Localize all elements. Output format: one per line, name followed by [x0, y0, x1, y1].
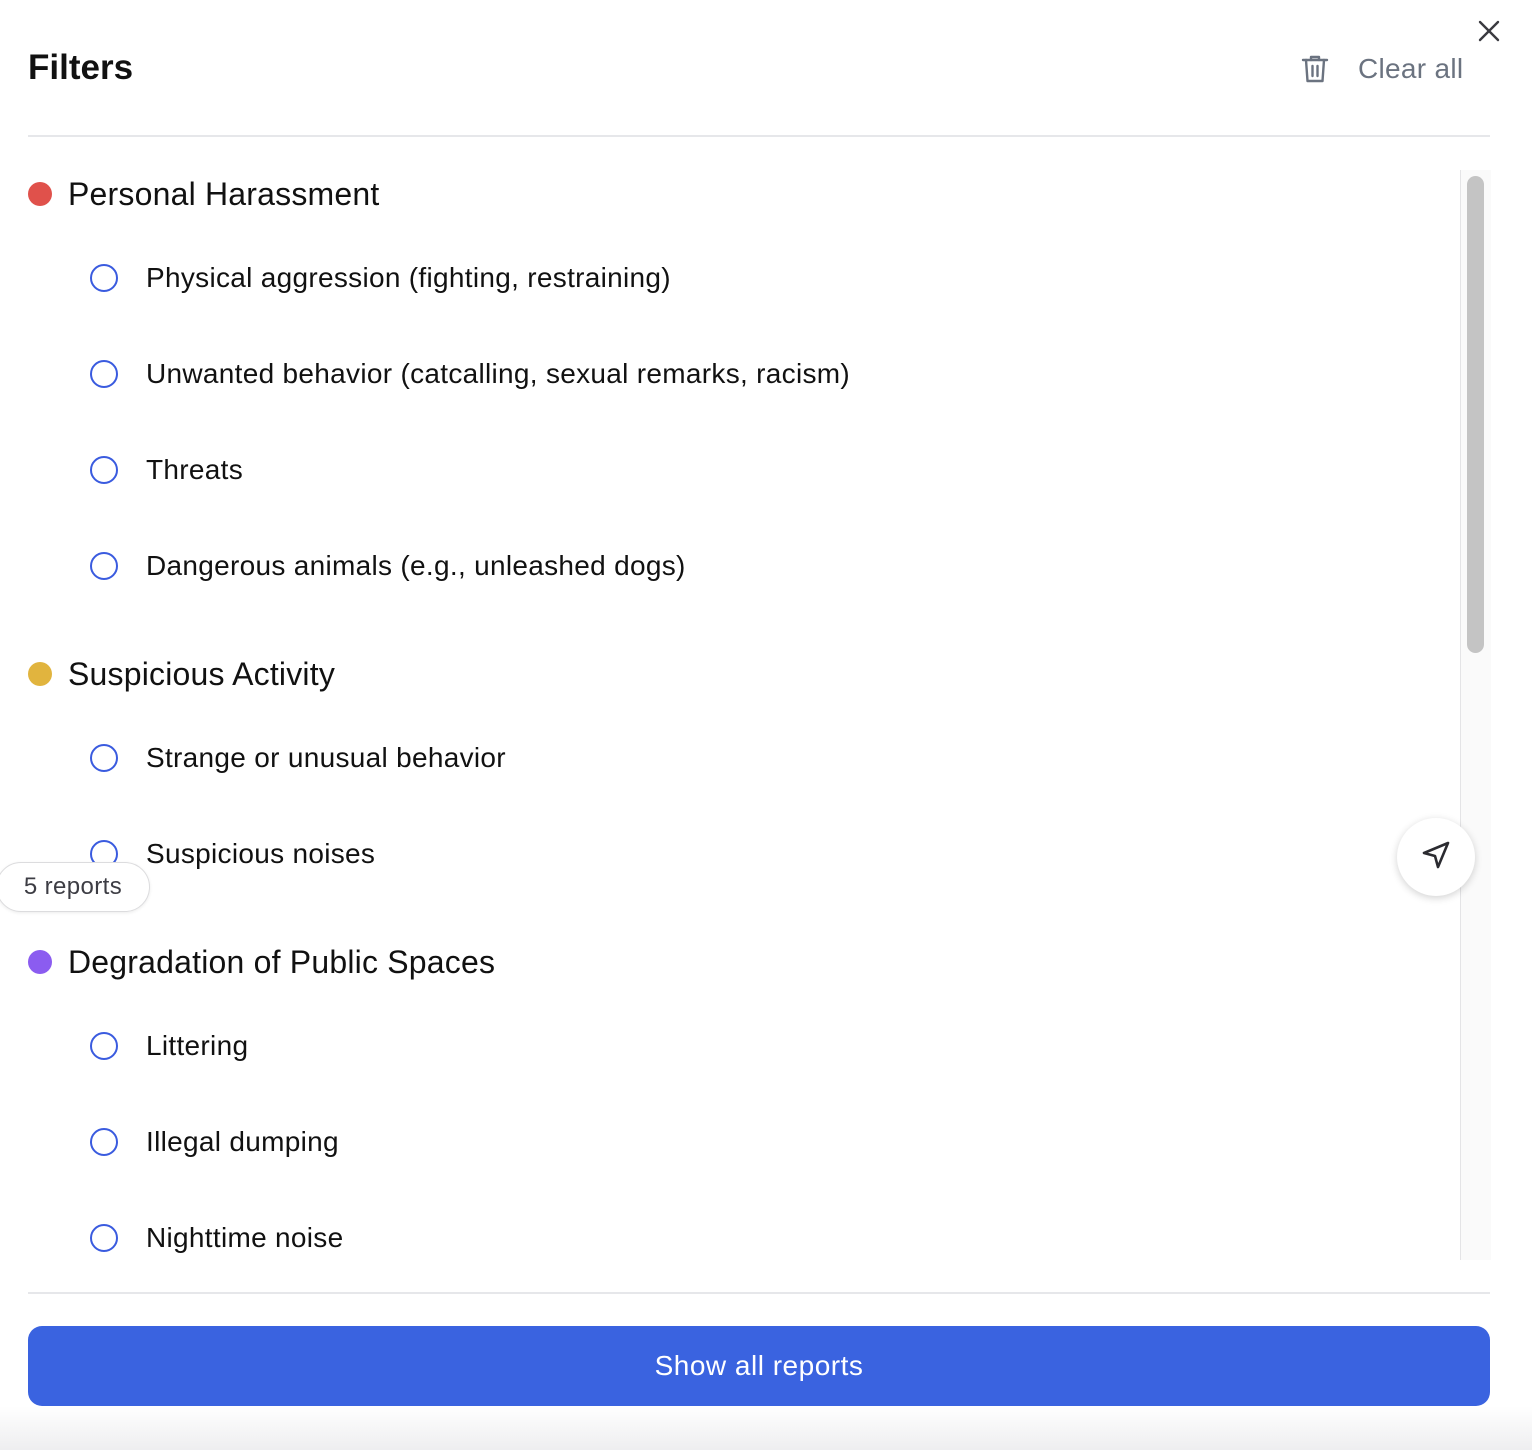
category-label: Degradation of Public Spaces: [68, 943, 496, 980]
footer-divider: [28, 1292, 1490, 1294]
radio-button[interactable]: [90, 456, 118, 484]
category-degradation-public-spaces: Degradation of Public Spaces: [28, 940, 495, 984]
category-label: Personal Harassment: [68, 175, 380, 212]
option-threats[interactable]: Threats: [90, 450, 243, 490]
option-label: Unwanted behavior (catcalling, sexual re…: [146, 358, 851, 389]
radio-button[interactable]: [90, 1224, 118, 1252]
locate-me-button[interactable]: [1397, 818, 1475, 896]
trash-icon: [1298, 52, 1332, 86]
option-label: Dangerous animals (e.g., unleashed dogs): [146, 550, 686, 581]
category-color-dot: [28, 950, 52, 974]
bottom-shadow: [0, 1406, 1532, 1450]
radio-button[interactable]: [90, 744, 118, 772]
category-personal-harassment: Personal Harassment: [28, 172, 380, 216]
option-label: Nighttime noise: [146, 1222, 344, 1253]
radio-button[interactable]: [90, 360, 118, 388]
scrollbar-thumb[interactable]: [1467, 176, 1484, 653]
reports-count-badge[interactable]: 5 reports: [0, 862, 150, 912]
option-label: Physical aggression (fighting, restraini…: [146, 262, 671, 293]
option-label: Suspicious noises: [146, 838, 376, 869]
show-all-reports-button[interactable]: Show all reports: [28, 1326, 1490, 1406]
option-littering[interactable]: Littering: [90, 1026, 248, 1066]
option-label: Illegal dumping: [146, 1126, 339, 1157]
page-title: Filters: [28, 48, 134, 87]
filters-panel: Filters Clear all Personal Harassment Ph…: [0, 0, 1532, 1450]
option-illegal-dumping[interactable]: Illegal dumping: [90, 1122, 339, 1162]
option-unwanted-behavior[interactable]: Unwanted behavior (catcalling, sexual re…: [90, 354, 850, 394]
option-strange-behavior[interactable]: Strange or unusual behavior: [90, 738, 506, 778]
navigation-arrow-icon: [1420, 839, 1452, 876]
option-dangerous-animals[interactable]: Dangerous animals (e.g., unleashed dogs): [90, 546, 686, 586]
category-label: Suspicious Activity: [68, 655, 336, 692]
radio-button[interactable]: [90, 264, 118, 292]
category-color-dot: [28, 662, 52, 686]
option-nighttime-noise[interactable]: Nighttime noise: [90, 1218, 343, 1258]
close-icon: [1477, 19, 1501, 48]
header-divider: [28, 135, 1490, 137]
clear-all-label: Clear all: [1358, 53, 1464, 84]
category-color-dot: [28, 182, 52, 206]
radio-button[interactable]: [90, 1128, 118, 1156]
clear-all-button[interactable]: Clear all: [1298, 48, 1463, 90]
filter-list[interactable]: Personal Harassment Physical aggression …: [0, 150, 1460, 1260]
option-label: Threats: [146, 454, 244, 485]
category-suspicious-activity: Suspicious Activity: [28, 652, 335, 696]
radio-button[interactable]: [90, 552, 118, 580]
radio-button[interactable]: [90, 1032, 118, 1060]
option-label: Strange or unusual behavior: [146, 742, 506, 773]
close-button[interactable]: [1472, 16, 1506, 50]
option-label: Littering: [146, 1030, 249, 1061]
option-physical-aggression[interactable]: Physical aggression (fighting, restraini…: [90, 258, 671, 298]
